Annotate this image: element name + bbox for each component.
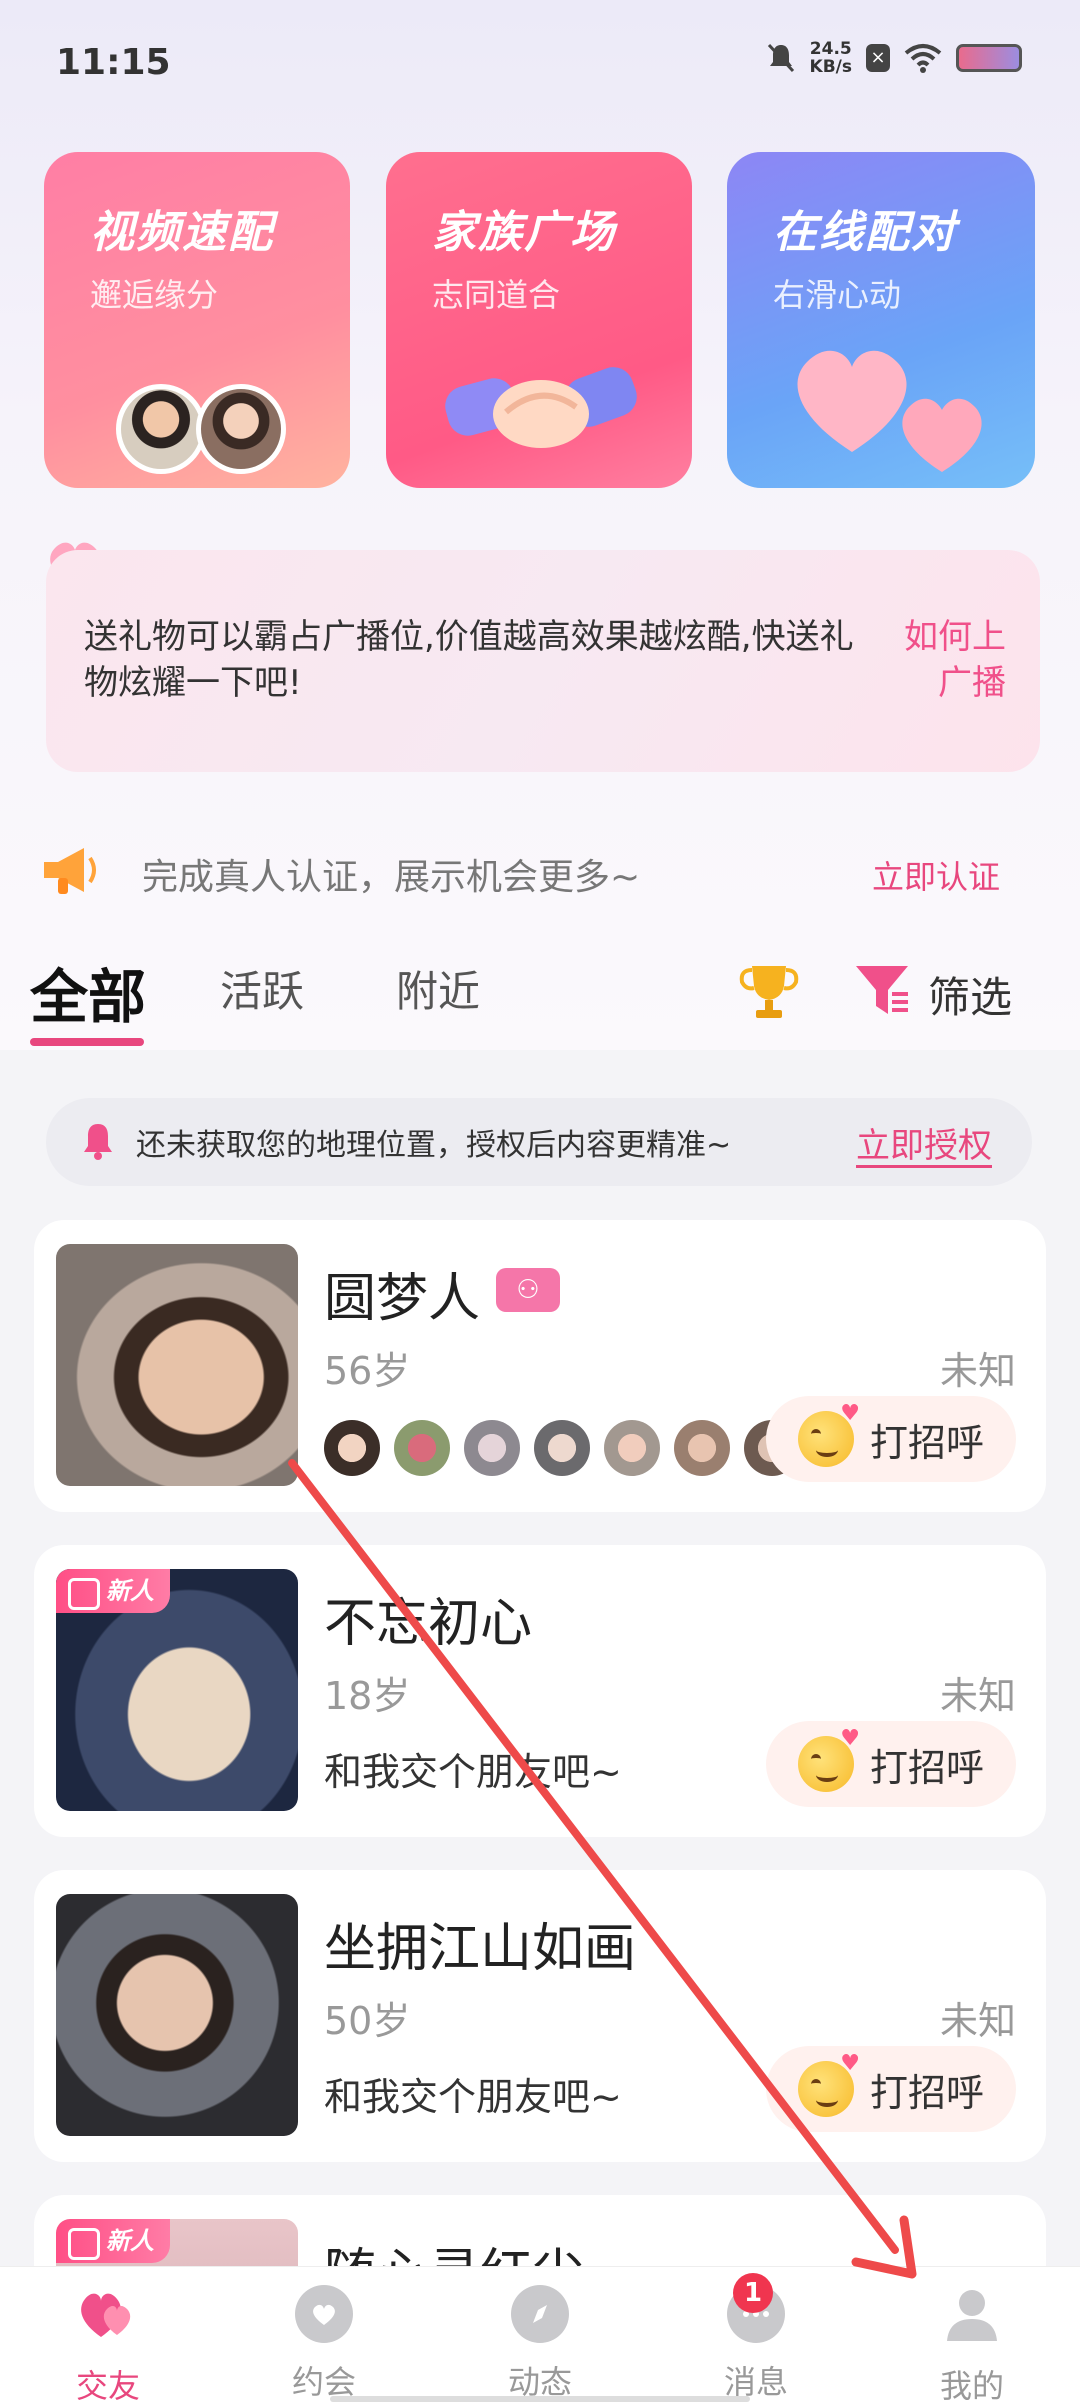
user-age: 18岁 [324, 1674, 411, 1718]
sim-x-icon: × [866, 44, 890, 72]
card-subtitle: 右滑心动 [773, 276, 902, 314]
user-name: 不忘初心 [324, 1594, 533, 1654]
tab-nearby[interactable]: 附近 [396, 958, 480, 1019]
tab-active-users[interactable]: 活跃 [220, 958, 304, 1019]
avatar [324, 1420, 380, 1476]
hearts-icon [81, 2293, 131, 2337]
bell-icon [84, 1124, 112, 1160]
nav-profile[interactable]: 我的 [912, 2285, 1032, 2407]
user-name: 坐拥江山如画 [324, 1919, 637, 1979]
user-card[interactable]: 坐拥江山如画 50岁 未知 和我交个朋友吧~ ♥ 打招呼 [34, 1870, 1046, 2162]
tab-all[interactable]: 全部 [30, 950, 146, 1034]
user-name: 圆梦人 [324, 1269, 481, 1329]
video-match-card[interactable]: 视频速配 邂逅缘分 [44, 152, 350, 488]
broadcast-text: 送礼物可以霸占广播位,价值越高效果越炫酷,快送礼物炫耀一下吧! [84, 617, 854, 703]
family-square-card[interactable]: 家族广场 志同道合 [386, 152, 692, 488]
avatar [534, 1420, 590, 1476]
say-hi-label: 打招呼 [869, 1745, 984, 1790]
home-indicator[interactable] [330, 2396, 750, 2402]
smile-emoji-icon: ♥ [797, 1401, 860, 1467]
card-subtitle: 邂逅缘分 [90, 276, 219, 314]
smile-emoji-icon: ♥ [797, 1726, 860, 1792]
status-time: 11:15 [56, 42, 171, 83]
say-hi-button[interactable]: ♥ 打招呼 [766, 1396, 1016, 1482]
online-pairing-card[interactable]: 在线配对 右滑心动 [727, 152, 1035, 488]
user-card[interactable]: 圆梦人 ⚇ 56岁 未知 ♥ 打招呼 [34, 1220, 1046, 1512]
message-icon: 1 [727, 2273, 785, 2343]
new-user-badge: 新人 [56, 1569, 170, 1613]
user-bio: 和我交个朋友吧~ [324, 1750, 622, 1794]
battery-icon [956, 44, 1022, 72]
nav-friends[interactable]: 交友 [48, 2285, 168, 2407]
verify-text: 完成真人认证，展示机会更多~ [142, 857, 641, 898]
avatar [674, 1420, 730, 1476]
tab-bar: 全部 活跃 附近 筛选 [0, 940, 1080, 1050]
verify-row: 完成真人认证，展示机会更多~ 立即认证 [0, 830, 1080, 910]
say-hi-button[interactable]: ♥ 打招呼 [766, 1721, 1016, 1807]
verified-badge-icon: ⚇ [496, 1268, 560, 1312]
wifi-icon [904, 44, 942, 73]
authorize-now-link[interactable]: 立即授权 [856, 1118, 992, 1167]
nav-moments[interactable]: 动态 [480, 2285, 600, 2403]
user-distance: 未知 [939, 1349, 1016, 1393]
verify-now-link[interactable]: 立即认证 [872, 852, 1000, 898]
heart-balloons-icon [797, 350, 982, 472]
avatar [196, 384, 286, 474]
new-user-badge: 新人 [56, 2219, 170, 2263]
avatar [464, 1420, 520, 1476]
nav-dating[interactable]: 约会 [264, 2285, 384, 2403]
speed-value: 24.5 [809, 39, 852, 59]
user-age: 50岁 [324, 1999, 411, 2043]
trophy-icon[interactable] [738, 960, 800, 1022]
filter-label[interactable]: 筛选 [928, 964, 1012, 1025]
message-count-badge: 1 [733, 2273, 773, 2313]
tab-underline [30, 1038, 144, 1046]
person-icon [947, 2290, 997, 2341]
heart-chat-icon [295, 2285, 353, 2343]
user-photo[interactable] [56, 1244, 298, 1486]
network-speed: 24.5 KB/s [810, 40, 852, 76]
avatar [394, 1420, 450, 1476]
speed-unit: KB/s [809, 57, 852, 77]
avatar [604, 1420, 660, 1476]
location-text: 还未获取您的地理位置，授权后内容更精准~ [136, 1128, 732, 1163]
location-permission-banner: 还未获取您的地理位置，授权后内容更精准~ 立即授权 [46, 1098, 1032, 1186]
user-age: 56岁 [324, 1349, 411, 1393]
mute-bell-icon [767, 43, 794, 73]
say-hi-label: 打招呼 [869, 2070, 984, 2115]
user-photo[interactable]: 新人 [56, 1569, 298, 1811]
card-subtitle: 志同道合 [432, 276, 561, 314]
visitor-avatars [324, 1420, 800, 1476]
nav-messages[interactable]: 1 消息 [696, 2273, 816, 2403]
say-hi-button[interactable]: ♥ 打招呼 [766, 2046, 1016, 2132]
user-distance: 未知 [939, 1674, 1016, 1718]
compass-icon [511, 2285, 569, 2343]
user-distance: 未知 [939, 1999, 1016, 2043]
card-title: 家族广场 [432, 207, 616, 258]
user-photo[interactable] [56, 1894, 298, 2136]
card-title: 在线配对 [773, 207, 957, 258]
bottom-nav: 交友 约会 动态 1 消息 我的 [0, 2266, 1080, 2408]
filter-icon[interactable] [852, 960, 912, 1020]
avatar [116, 384, 206, 474]
broadcast-banner[interactable]: 送礼物可以霸占广播位,价值越高效果越炫酷,快送礼物炫耀一下吧! 如何上广播 [46, 550, 1040, 772]
nav-label: 我的 [939, 2367, 1004, 2405]
nav-label: 交友 [75, 2367, 140, 2405]
card-title: 视频速配 [90, 207, 274, 258]
how-to-broadcast-link[interactable]: 如何上广播 [876, 614, 1006, 706]
megaphone-icon [44, 848, 96, 894]
handshake-icon [445, 367, 637, 448]
status-bar: 11:15 24.5 KB/s × [0, 0, 1080, 120]
user-bio: 和我交个朋友吧~ [324, 2075, 622, 2119]
say-hi-label: 打招呼 [869, 1420, 984, 1465]
smile-emoji-icon: ♥ [797, 2051, 860, 2117]
user-card[interactable]: 新人 不忘初心 18岁 未知 和我交个朋友吧~ ♥ 打招呼 [34, 1545, 1046, 1837]
status-icons: 24.5 KB/s × [766, 40, 1022, 76]
